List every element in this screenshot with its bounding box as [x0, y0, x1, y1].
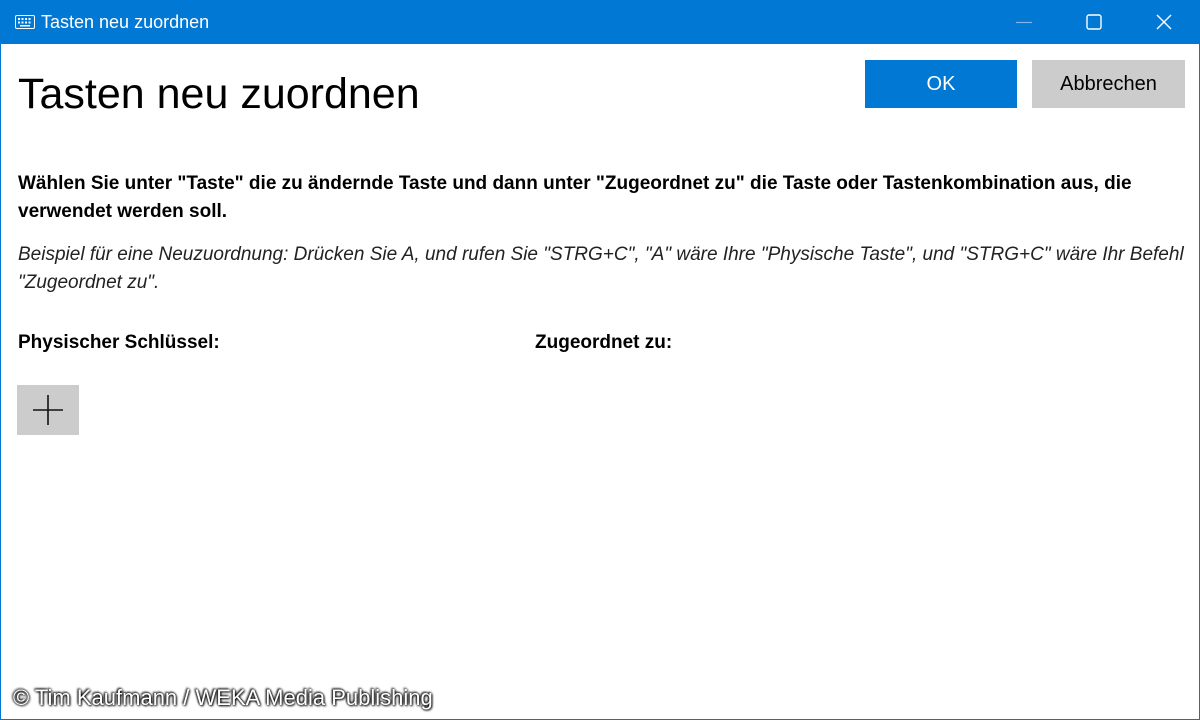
- cancel-button[interactable]: Abbrechen: [1032, 60, 1185, 108]
- ok-button[interactable]: OK: [865, 60, 1017, 108]
- window-title: Tasten neu zuordnen: [41, 12, 210, 32]
- maximize-icon: [1086, 14, 1102, 30]
- add-key-remapping-button[interactable]: [17, 385, 79, 435]
- image-credit: © Tim Kaufmann / WEKA Media Publishing: [13, 685, 433, 710]
- example-text: Beispiel für eine Neuzuordnung: Drücken …: [18, 244, 1184, 293]
- close-icon: [1156, 14, 1172, 30]
- instruction-text: Wählen Sie unter "Taste" die zu ändernde…: [18, 173, 1132, 222]
- physical-key-label: Physischer Schlüssel:: [18, 332, 220, 353]
- remap-keys-window: Tasten neu zuordnen Tasten neu zuordnen …: [0, 0, 1200, 720]
- close-button[interactable]: [1129, 0, 1199, 44]
- page-title: Tasten neu zuordnen: [18, 70, 420, 118]
- keyboard-icon: [15, 15, 35, 29]
- minimize-button[interactable]: [989, 0, 1059, 44]
- title-bar[interactable]: Tasten neu zuordnen: [1, 0, 1200, 44]
- maximize-button[interactable]: [1059, 0, 1129, 44]
- plus-icon: [33, 395, 63, 425]
- mapped-to-label: Zugeordnet zu:: [535, 332, 673, 353]
- minimize-icon: [1016, 21, 1032, 24]
